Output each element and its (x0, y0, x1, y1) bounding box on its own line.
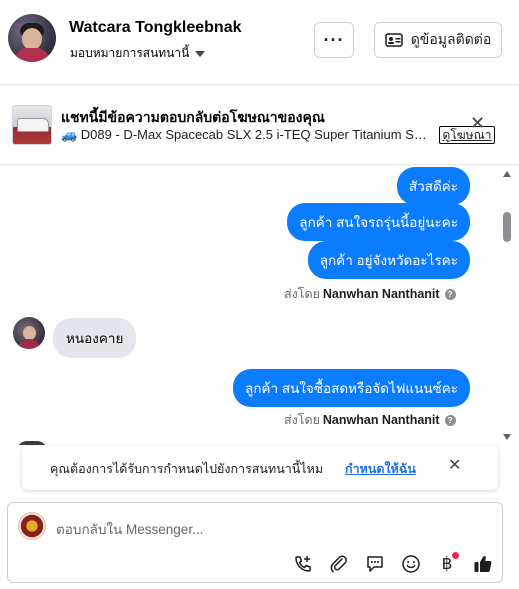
info-icon[interactable]: ? (444, 288, 456, 300)
ad-thumbnail[interactable] (12, 105, 52, 145)
view-ad-button[interactable]: ดูโฆษณา (439, 126, 495, 144)
emoji-button[interactable] (398, 551, 424, 577)
assign-prompt-text: คุณต้องการได้รับการกำหนดไปยังการสนทนานี้… (50, 462, 324, 476)
reply-composer: ตอบกลับใน Messenger... ฿ (7, 502, 503, 583)
attachment-icon (330, 555, 347, 573)
avatar-face (23, 326, 36, 340)
sent-by-prefix: ส่งโดย (284, 287, 320, 301)
avatar-shirt (14, 48, 50, 62)
notification-dot (452, 552, 459, 559)
outgoing-message[interactable]: ลูกค้า สนใจรถรุ่นนี้อยู่นะคะ (287, 203, 470, 241)
contact-card-icon (384, 33, 403, 47)
contact-name[interactable]: Watcara Tongkleebnak (69, 19, 242, 37)
sender-name: Nanwhan Nanthanit (322, 287, 440, 301)
sender-name: Nanwhan Nanthanit (322, 413, 440, 427)
assign-label: มอบหมายการสนทนานี้ (70, 46, 190, 60)
truck-image (17, 118, 49, 132)
thumbs-up-icon (474, 556, 492, 572)
avatar-face (22, 28, 42, 50)
sent-by-prefix: ส่งโดย (284, 413, 320, 427)
saved-reply-icon (367, 556, 383, 572)
outgoing-message[interactable]: ลูกค้า สนใจซื้อสดหรือจัดไฟแนนซ์คะ (233, 369, 470, 407)
conversation-header: Watcara Tongkleebnak มอบหมายการสนทนานี้ … (0, 0, 519, 85)
scroll-up-arrow[interactable] (503, 171, 511, 177)
close-icon[interactable]: ✕ (448, 458, 461, 474)
contact-avatar-partial (17, 441, 47, 445)
assign-dropdown[interactable]: มอบหมายการสนทนานี้ (70, 44, 206, 63)
saved-reply-button[interactable] (362, 551, 388, 577)
close-icon[interactable]: ✕ (470, 114, 485, 132)
add-call-button[interactable] (290, 551, 316, 577)
assign-to-me-link[interactable]: กำหนดให้ฉัน (345, 459, 416, 479)
sent-by-label: ส่งโดย Nanwhan Nanthanit ? (284, 284, 456, 304)
baht-payment-icon: ฿ (441, 554, 453, 574)
ad-banner-title: แชทนี้มีข้อความตอบกลับต่อโฆษณาของคุณ (61, 109, 325, 125)
scrollbar-thumb[interactable] (503, 212, 511, 242)
like-button[interactable] (470, 551, 496, 577)
view-contact-info-button[interactable]: ดูข้อมูลติดต่อ (374, 22, 502, 58)
message-thread[interactable]: สัวสดีค่ะ ลูกค้า สนใจรถรุ่นนี้อยู่นะคะ ล… (0, 165, 510, 445)
outgoing-message[interactable]: สัวสดีค่ะ (396, 167, 470, 205)
emoji-icon (402, 555, 420, 573)
chevron-down-icon (195, 51, 206, 57)
payment-button[interactable]: ฿ (434, 551, 460, 577)
contact-info-label: ดูข้อมูลติดต่อ (410, 31, 492, 47)
scroll-down-arrow[interactable] (503, 434, 511, 440)
avatar-shirt (18, 339, 40, 349)
more-icon: ··· (323, 29, 345, 50)
info-icon[interactable]: ? (444, 414, 456, 426)
outgoing-message[interactable]: ลูกค้า อยู่จังหวัดอะไรคะ (307, 241, 470, 279)
reply-input[interactable]: ตอบกลับใน Messenger... (56, 518, 203, 540)
attach-button[interactable] (326, 551, 352, 577)
ad-banner-subtitle: 🚙 D089 - D-Max Spacecab SLX 2.5 i-TEQ Su… (61, 127, 431, 142)
more-options-button[interactable]: ··· (314, 22, 354, 58)
page-avatar (18, 512, 46, 540)
composer-toolbar: ฿ (290, 551, 496, 577)
assign-prompt: คุณต้องการได้รับการกำหนดไปยังการสนทนานี้… (22, 446, 498, 490)
sent-by-label: ส่งโดย Nanwhan Nanthanit ? (284, 410, 456, 430)
contact-avatar-small[interactable] (13, 317, 45, 349)
incoming-message[interactable]: หนองคาย (53, 318, 137, 358)
add-call-icon (295, 556, 311, 572)
contact-avatar[interactable] (8, 14, 56, 62)
